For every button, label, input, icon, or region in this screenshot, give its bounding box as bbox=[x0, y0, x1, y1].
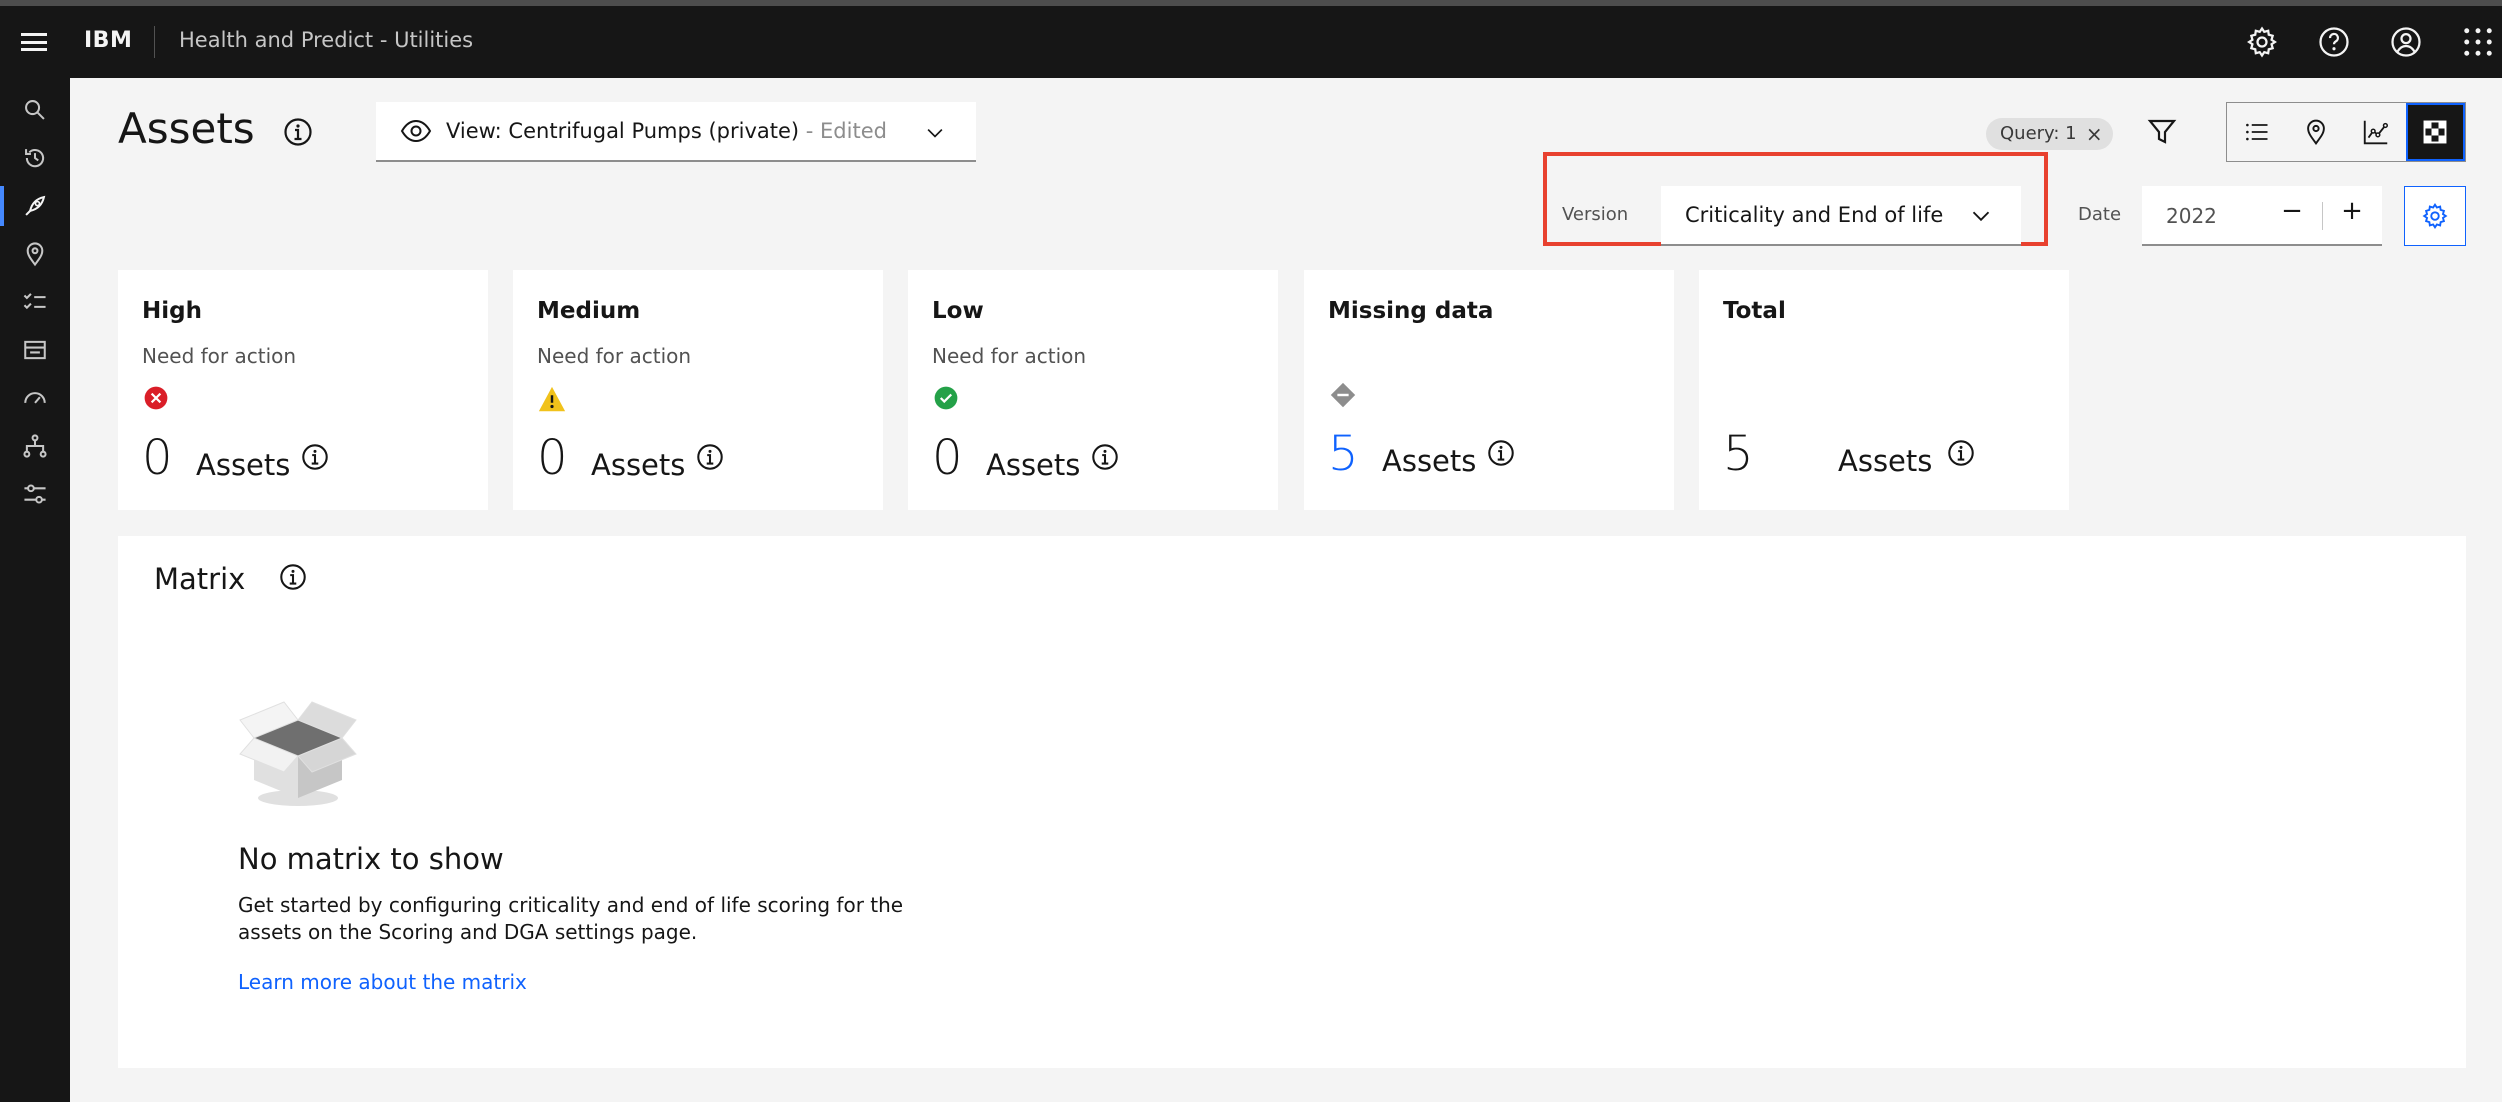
header-divider bbox=[154, 26, 155, 58]
card-missing-data: Missing data 5 Assets bbox=[1304, 270, 1674, 510]
rocket-icon bbox=[25, 195, 46, 216]
user-icon[interactable] bbox=[2388, 24, 2424, 60]
warning-icon bbox=[537, 384, 567, 418]
card-unit: Assets bbox=[1838, 444, 1933, 478]
date-input[interactable]: 2022 bbox=[2166, 204, 2217, 228]
card-count[interactable]: 5 bbox=[1328, 426, 1359, 482]
settings-icon bbox=[2422, 203, 2448, 229]
page-info-icon[interactable] bbox=[282, 116, 314, 152]
app-name[interactable]: Health and Predict - Utilities bbox=[179, 28, 473, 52]
sliders-icon bbox=[24, 484, 46, 504]
checklist-icon bbox=[23, 293, 46, 310]
nav-hierarchy[interactable] bbox=[0, 422, 70, 470]
view-edited-label: - Edited bbox=[799, 119, 887, 143]
card-unit: Assets bbox=[196, 448, 291, 482]
matrix-view-button[interactable] bbox=[2405, 103, 2465, 161]
card-unit: Assets bbox=[591, 448, 686, 482]
missing-data-icon bbox=[1328, 380, 1358, 414]
card-unit: Assets bbox=[986, 448, 1081, 482]
info-icon[interactable] bbox=[300, 442, 330, 476]
left-nav bbox=[0, 78, 70, 1102]
location-icon bbox=[26, 242, 44, 267]
card-subtitle: Need for action bbox=[932, 344, 1087, 368]
info-icon[interactable] bbox=[1946, 438, 1976, 472]
chart-view-button[interactable] bbox=[2346, 103, 2406, 161]
version-label: Version bbox=[1562, 204, 1629, 225]
card-title: Medium bbox=[537, 298, 641, 324]
settings-icon[interactable] bbox=[2244, 24, 2280, 60]
matrix-settings-button[interactable] bbox=[2404, 186, 2466, 246]
date-stepper: 2022 − + bbox=[2142, 186, 2382, 246]
brand-name[interactable]: IBM bbox=[84, 28, 132, 53]
empty-state-description: Get started by configuring criticality a… bbox=[238, 893, 904, 944]
error-icon bbox=[142, 384, 170, 416]
empty-state-title: No matrix to show bbox=[238, 842, 504, 876]
card-high: High Need for action 0 Assets bbox=[118, 270, 488, 510]
view-label: View: Centrifugal Pumps (private) - Edit… bbox=[446, 119, 887, 143]
card-title: Low bbox=[932, 298, 984, 324]
close-icon[interactable]: × bbox=[2086, 118, 2103, 150]
decrement-button[interactable]: − bbox=[2274, 196, 2310, 226]
nav-tasks[interactable] bbox=[0, 278, 70, 326]
hierarchy-icon bbox=[23, 434, 47, 458]
view-dropdown[interactable]: View: Centrifugal Pumps (private) - Edit… bbox=[376, 102, 976, 162]
info-icon[interactable] bbox=[1486, 438, 1516, 472]
empty-box-illustration bbox=[236, 690, 360, 814]
chevron-down-icon bbox=[927, 128, 943, 138]
card-title: Missing data bbox=[1328, 298, 1494, 324]
list-view-button[interactable] bbox=[2227, 103, 2287, 161]
card-medium: Medium Need for action 0 Assets bbox=[513, 270, 883, 510]
view-icon bbox=[400, 119, 432, 143]
card-count: 0 bbox=[537, 430, 568, 486]
learn-more-link[interactable]: Learn more about the matrix bbox=[238, 970, 527, 994]
chevron-down-icon bbox=[1972, 211, 1990, 222]
view-switcher bbox=[2226, 102, 2466, 162]
card-title: Total bbox=[1723, 298, 1786, 324]
meter-icon bbox=[24, 392, 46, 404]
card-subtitle: Need for action bbox=[537, 344, 692, 368]
menu-icon[interactable] bbox=[18, 28, 50, 56]
card-subtitle: Need for action bbox=[142, 344, 297, 368]
nav-history[interactable] bbox=[0, 134, 70, 182]
card-count: 0 bbox=[932, 430, 963, 486]
map-view-icon bbox=[2307, 119, 2326, 145]
date-label: Date bbox=[2078, 204, 2122, 225]
nav-assets[interactable] bbox=[0, 182, 70, 230]
query-tag: Query: 1 × bbox=[1986, 118, 2113, 150]
page-title: Assets bbox=[118, 104, 255, 153]
help-icon[interactable] bbox=[2316, 24, 2352, 60]
success-icon bbox=[932, 384, 960, 416]
nav-search[interactable] bbox=[0, 86, 70, 134]
card-low: Low Need for action 0 Assets bbox=[908, 270, 1278, 510]
matrix-title: Matrix bbox=[154, 562, 246, 596]
version-dropdown[interactable]: Criticality and End of life bbox=[1661, 186, 2021, 246]
increment-button[interactable]: + bbox=[2334, 196, 2370, 226]
card-unit: Assets bbox=[1382, 444, 1477, 478]
stepper-divider bbox=[2322, 202, 2323, 230]
dashboard-icon bbox=[24, 340, 46, 360]
version-value: Criticality and End of life bbox=[1685, 203, 1944, 227]
info-icon[interactable] bbox=[278, 562, 308, 596]
search-icon bbox=[25, 100, 45, 120]
nav-dashboard[interactable] bbox=[0, 326, 70, 374]
query-tag-label: Query: 1 bbox=[2000, 123, 2077, 144]
filter-icon[interactable] bbox=[2146, 116, 2178, 152]
app-switcher-icon[interactable] bbox=[2460, 24, 2496, 60]
nav-meter[interactable] bbox=[0, 374, 70, 422]
matrix-panel: Matrix No matrix to show Get started by … bbox=[118, 536, 2466, 1068]
card-title: High bbox=[142, 298, 202, 324]
history-icon bbox=[25, 149, 45, 168]
chart-view-icon bbox=[2363, 120, 2388, 145]
info-icon[interactable] bbox=[695, 442, 725, 476]
info-icon[interactable] bbox=[1090, 442, 1120, 476]
nav-locations[interactable] bbox=[0, 230, 70, 278]
card-count: 0 bbox=[142, 430, 173, 486]
list-view-icon bbox=[2245, 123, 2268, 141]
nav-settings[interactable] bbox=[0, 470, 70, 518]
card-total: Total 5 Assets bbox=[1699, 270, 2069, 510]
top-header: IBM Health and Predict - Utilities bbox=[0, 6, 2502, 78]
matrix-view-icon bbox=[2423, 120, 2447, 144]
card-count: 5 bbox=[1723, 426, 1754, 482]
map-view-button[interactable] bbox=[2287, 103, 2347, 161]
